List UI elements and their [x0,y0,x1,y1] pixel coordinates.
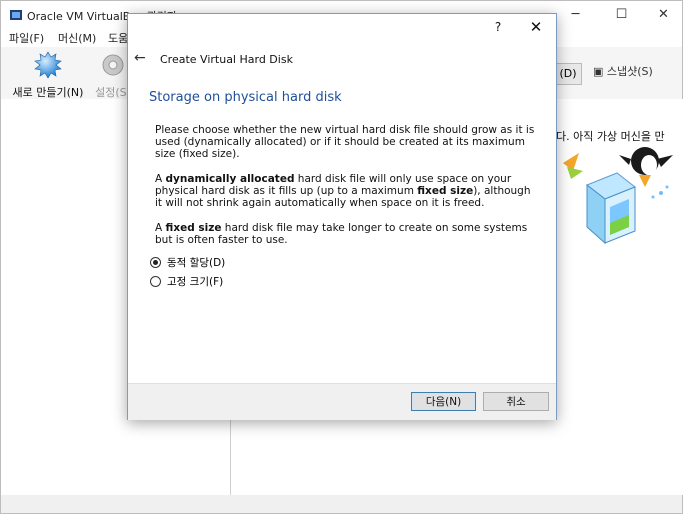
menu-machine[interactable]: 머신(M) [58,30,96,46]
fixed-description-paragraph: A fixed size hard disk file may take lon… [155,222,539,246]
para3-prefix: A [155,222,166,234]
radio-fixed-indicator[interactable] [150,275,161,287]
tab-details[interactable]: (D) [554,63,582,85]
dialog-title: Create Virtual Hard Disk [160,53,293,66]
radio-dynamic-indicator[interactable] [150,256,161,268]
virtualbox-app-icon [10,10,22,20]
back-arrow-icon[interactable]: ← [134,50,150,66]
tab-snapshots[interactable]: ▣ 스냅샷(S) [593,63,653,79]
tab-snapshots-label: 스냅샷(S) [606,65,653,78]
create-virtual-hard-disk-dialog: ? ✕ ← Create Virtual Hard Disk Storage o… [127,13,557,420]
cancel-button[interactable]: 취소 [483,392,549,411]
new-machine-icon [34,51,62,79]
close-window-button[interactable]: ✕ [641,3,683,27]
radio-fixed-label: 고정 크기(F) [167,275,224,288]
para2-prefix: A [155,173,166,185]
intro-paragraph: Please choose whether the new virtual ha… [155,124,535,160]
para3-bold-fixed: fixed size [165,222,222,234]
help-button[interactable]: ? [488,17,508,37]
next-button[interactable]: 다음(N) [411,392,476,411]
dialog-close-button[interactable]: ✕ [526,17,546,37]
minimize-button[interactable]: ─ [553,3,598,27]
maximize-button[interactable]: ☐ [599,3,644,27]
virtualbox-mascot-illustration [563,147,673,245]
new-machine-label: 새로 만들기(N) [12,86,84,99]
para2-bold-dynamic: dynamically allocated [165,173,295,185]
menu-file[interactable]: 파일(F) [9,30,44,46]
dynamic-description-paragraph: A dynamically allocated hard disk file w… [155,173,539,209]
menu-help[interactable]: 도움 [108,30,128,46]
radio-dynamic-label: 동적 할당(D) [167,256,226,269]
radio-dynamic-allocated[interactable]: 동적 할당(D) [150,254,225,270]
para2-bold-fixed: fixed size [417,185,474,197]
gear-icon [102,54,124,76]
dialog-footer: 다음(N) 취소 [128,383,556,420]
new-machine-button[interactable]: 새로 만들기(N) [9,51,87,100]
radio-fixed-size[interactable]: 고정 크기(F) [150,273,223,289]
camera-icon: ▣ [593,65,604,78]
dialog-heading: Storage on physical hard disk [149,90,342,105]
